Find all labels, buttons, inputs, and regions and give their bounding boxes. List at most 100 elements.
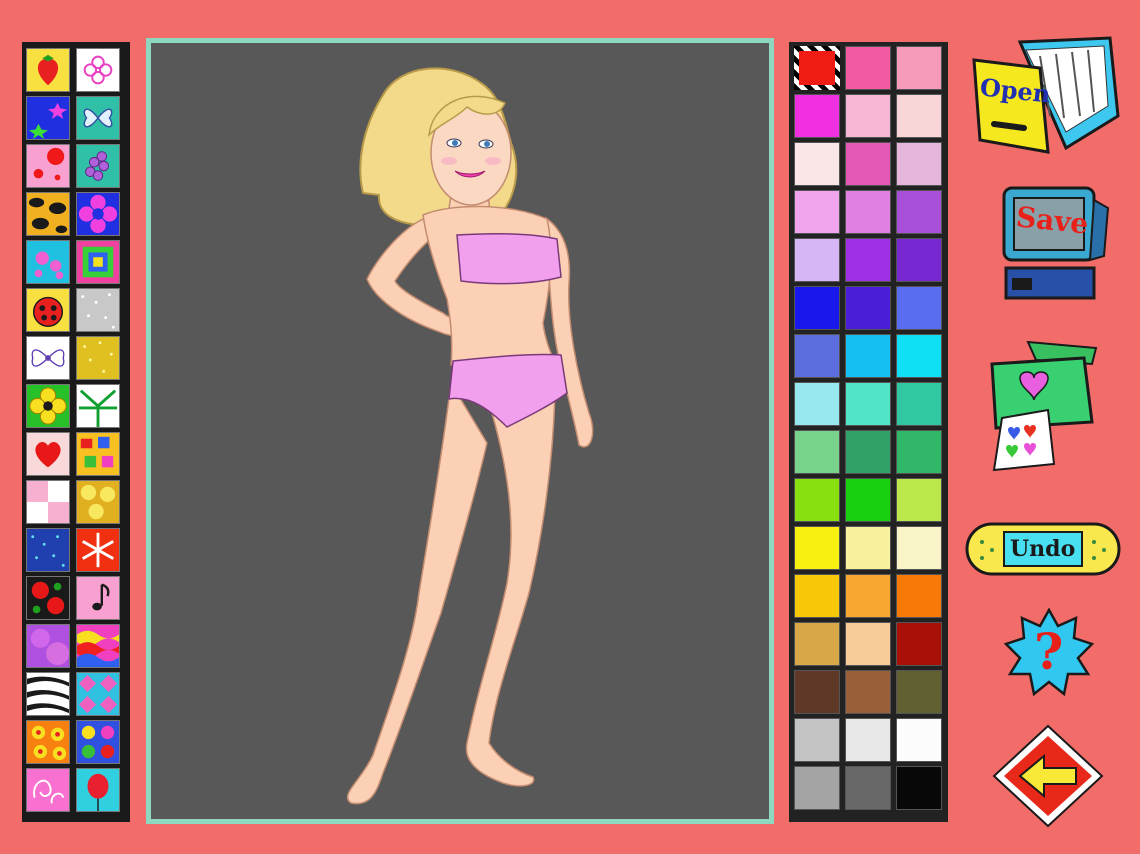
- pattern-stars-splat[interactable]: [26, 96, 70, 140]
- color-swatch[interactable]: [794, 670, 840, 714]
- color-swatch[interactable]: [845, 190, 891, 234]
- back-button[interactable]: [992, 724, 1104, 828]
- color-swatch[interactable]: [845, 526, 891, 570]
- color-swatch[interactable]: [896, 286, 942, 330]
- pattern-yellow-roses[interactable]: [76, 480, 120, 524]
- color-swatch[interactable]: [794, 286, 840, 330]
- pattern-checker[interactable]: [26, 480, 70, 524]
- pattern-ladybug[interactable]: [26, 288, 70, 332]
- color-swatch[interactable]: [845, 574, 891, 618]
- tie-dye-icon: [27, 625, 69, 667]
- color-swatch[interactable]: [794, 238, 840, 282]
- pattern-snowflake[interactable]: [76, 528, 120, 572]
- pattern-leopard[interactable]: [26, 192, 70, 236]
- coloring-canvas[interactable]: [146, 38, 774, 824]
- purple-flower-icon: [77, 193, 119, 235]
- pattern-confetti[interactable]: [76, 432, 120, 476]
- flower-mix-icon: [77, 721, 119, 763]
- color-swatch[interactable]: [896, 766, 942, 810]
- pattern-squares[interactable]: [76, 240, 120, 284]
- confetti-icon: [77, 433, 119, 475]
- music-note-icon: [77, 577, 119, 619]
- color-swatch[interactable]: [896, 382, 942, 426]
- color-swatch[interactable]: [845, 670, 891, 714]
- color-swatch[interactable]: [845, 142, 891, 186]
- pattern-zebra[interactable]: [26, 672, 70, 716]
- color-swatch[interactable]: [896, 574, 942, 618]
- undo-label: Undo: [1010, 536, 1076, 562]
- color-swatch[interactable]: [896, 46, 942, 90]
- color-swatch[interactable]: [794, 574, 840, 618]
- doll-figure[interactable]: [151, 43, 769, 819]
- color-swatch[interactable]: [896, 526, 942, 570]
- color-swatch[interactable]: [794, 382, 840, 426]
- color-swatch[interactable]: [845, 46, 891, 90]
- color-swatch[interactable]: [794, 190, 840, 234]
- save-button[interactable]: Save: [1000, 186, 1110, 304]
- pattern-pink-paisley[interactable]: [26, 768, 70, 812]
- color-swatch[interactable]: [794, 94, 840, 138]
- color-swatch[interactable]: [794, 46, 840, 90]
- color-swatch[interactable]: [845, 334, 891, 378]
- color-swatch[interactable]: [845, 478, 891, 522]
- color-swatch[interactable]: [896, 238, 942, 282]
- pattern-flower-outline[interactable]: [76, 48, 120, 92]
- color-swatch[interactable]: [794, 718, 840, 762]
- pattern-orange-flowers[interactable]: [26, 720, 70, 764]
- color-swatch[interactable]: [794, 622, 840, 666]
- pattern-heart[interactable]: [26, 432, 70, 476]
- yellow-flower-icon: [27, 385, 69, 427]
- print-button[interactable]: [988, 338, 1100, 474]
- pattern-blue-diamonds[interactable]: [76, 672, 120, 716]
- pattern-silver-glitter[interactable]: [76, 288, 120, 332]
- pattern-palm-leaves[interactable]: [76, 384, 120, 428]
- color-swatch[interactable]: [845, 382, 891, 426]
- color-palette: [789, 42, 948, 822]
- pattern-butterfly[interactable]: [76, 96, 120, 140]
- color-swatch[interactable]: [794, 430, 840, 474]
- pattern-rainbow-waves[interactable]: [76, 624, 120, 668]
- pattern-flower-mix[interactable]: [76, 720, 120, 764]
- swimsuit-top: [456, 233, 562, 285]
- color-swatch[interactable]: [896, 190, 942, 234]
- dots-icon: [27, 145, 69, 187]
- pattern-music-note[interactable]: [76, 576, 120, 620]
- color-swatch[interactable]: [845, 718, 891, 762]
- color-swatch[interactable]: [794, 334, 840, 378]
- waves-icon: [77, 625, 119, 667]
- pattern-gold-glitter[interactable]: [76, 336, 120, 380]
- help-button[interactable]: ?: [1004, 608, 1094, 698]
- pattern-red-roses[interactable]: [26, 576, 70, 620]
- color-swatch[interactable]: [896, 622, 942, 666]
- color-swatch[interactable]: [794, 142, 840, 186]
- color-swatch[interactable]: [845, 94, 891, 138]
- color-swatch[interactable]: [896, 718, 942, 762]
- pattern-purple-flower[interactable]: [76, 192, 120, 236]
- color-swatch[interactable]: [794, 478, 840, 522]
- color-swatch[interactable]: [896, 142, 942, 186]
- pattern-balloon[interactable]: [76, 768, 120, 812]
- color-swatch[interactable]: [896, 478, 942, 522]
- paisley-icon: [27, 769, 69, 811]
- undo-button[interactable]: Undo: [964, 520, 1122, 580]
- color-swatch[interactable]: [896, 334, 942, 378]
- color-swatch[interactable]: [845, 622, 891, 666]
- pattern-strawberry[interactable]: [26, 48, 70, 92]
- color-swatch[interactable]: [845, 286, 891, 330]
- pattern-pink-dots[interactable]: [26, 144, 70, 188]
- color-swatch[interactable]: [845, 766, 891, 810]
- pattern-grapes[interactable]: [76, 144, 120, 188]
- pattern-bow[interactable]: [26, 336, 70, 380]
- pattern-purple-tie-dye[interactable]: [26, 624, 70, 668]
- color-swatch[interactable]: [896, 430, 942, 474]
- color-swatch[interactable]: [896, 670, 942, 714]
- color-swatch[interactable]: [794, 766, 840, 810]
- pattern-yellow-flower[interactable]: [26, 384, 70, 428]
- pattern-blue-speckle[interactable]: [26, 528, 70, 572]
- color-swatch[interactable]: [845, 238, 891, 282]
- pattern-poodle[interactable]: [26, 240, 70, 284]
- color-swatch[interactable]: [896, 94, 942, 138]
- open-button[interactable]: Open: [970, 36, 1122, 154]
- color-swatch[interactable]: [794, 526, 840, 570]
- color-swatch[interactable]: [845, 430, 891, 474]
